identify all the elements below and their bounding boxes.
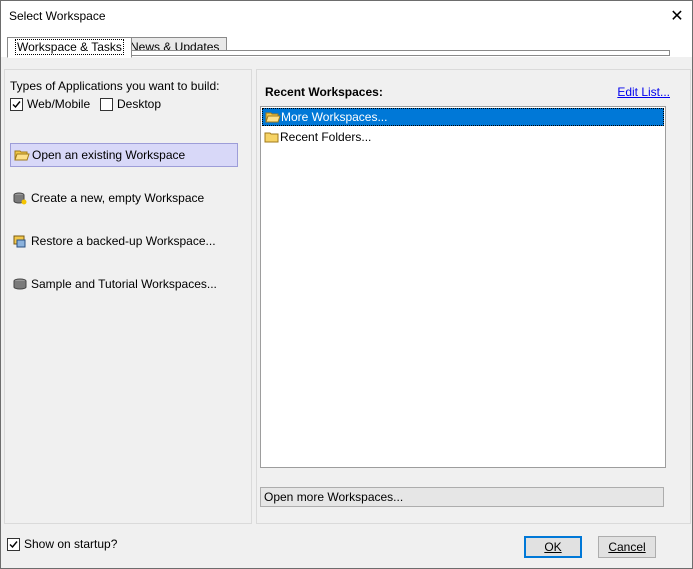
checkbox-box[interactable] bbox=[10, 97, 23, 111]
action-label: Restore a backed-up Workspace... bbox=[31, 234, 216, 248]
restore-icon bbox=[13, 234, 27, 248]
checkbox-label: Desktop bbox=[117, 97, 162, 111]
recent-workspaces-title: Recent Workspaces: bbox=[265, 85, 383, 99]
tab-label: Workspace & Tasks bbox=[15, 39, 124, 55]
window-title: Select Workspace bbox=[9, 9, 106, 23]
web-mobile-checkbox[interactable]: Web/Mobile bbox=[10, 97, 90, 111]
close-icon: ✕ bbox=[670, 8, 684, 25]
list-item-recent-folders[interactable]: Recent Folders... bbox=[262, 128, 664, 146]
close-button[interactable]: ✕ bbox=[662, 1, 692, 31]
open-folder-icon bbox=[265, 110, 281, 124]
open-more-workspaces-button[interactable]: Open more Workspaces... bbox=[260, 487, 664, 507]
list-item-label: Recent Folders... bbox=[280, 130, 372, 144]
new-database-icon bbox=[13, 191, 27, 205]
checkbox-label: Web/Mobile bbox=[27, 97, 91, 111]
cancel-button[interactable]: Cancel bbox=[598, 536, 656, 558]
button-label: Cancel bbox=[608, 540, 646, 554]
app-types-label: Types of Applications you want to build: bbox=[10, 79, 220, 93]
open-existing-workspace-action[interactable]: Open an existing Workspace bbox=[10, 143, 238, 167]
folder-icon bbox=[264, 130, 279, 144]
edit-list-link[interactable]: Edit List... bbox=[617, 85, 670, 99]
show-on-startup-checkbox[interactable]: Show on startup? bbox=[7, 537, 117, 551]
list-item-label: More Workspaces... bbox=[281, 110, 388, 124]
action-label: Open an existing Workspace bbox=[32, 148, 186, 162]
select-workspace-dialog: Select Workspace ✕ Workspace & Tasks New… bbox=[0, 0, 693, 569]
checkbox-box[interactable] bbox=[100, 97, 113, 111]
button-label: Open more Workspaces... bbox=[264, 490, 404, 504]
create-new-workspace-action[interactable]: Create a new, empty Workspace bbox=[10, 186, 238, 210]
restore-workspace-action[interactable]: Restore a backed-up Workspace... bbox=[10, 229, 238, 253]
tasks-pane: Types of Applications you want to build:… bbox=[4, 69, 252, 524]
button-label: OK bbox=[544, 540, 562, 554]
open-folder-icon bbox=[14, 148, 30, 162]
checkmark-icon bbox=[9, 540, 18, 548]
recent-workspaces-list[interactable]: More Workspaces... Recent Folders... bbox=[260, 106, 666, 468]
recent-workspaces-pane: Recent Workspaces: Edit List... More Wor… bbox=[256, 69, 691, 524]
ok-button[interactable]: OK bbox=[524, 536, 582, 558]
desktop-checkbox[interactable]: Desktop bbox=[100, 97, 161, 111]
database-icon bbox=[13, 277, 27, 291]
action-label: Create a new, empty Workspace bbox=[31, 191, 205, 205]
checkbox-label: Show on startup? bbox=[24, 537, 118, 551]
list-item-more-workspaces[interactable]: More Workspaces... bbox=[262, 108, 664, 126]
action-label: Sample and Tutorial Workspaces... bbox=[31, 277, 217, 291]
checkmark-icon bbox=[12, 100, 21, 108]
sample-tutorial-workspaces-action[interactable]: Sample and Tutorial Workspaces... bbox=[10, 272, 238, 296]
title-bar: Select Workspace ✕ bbox=[1, 1, 692, 31]
tab-workspace-tasks[interactable]: Workspace & Tasks bbox=[7, 37, 132, 58]
checkbox-box[interactable] bbox=[7, 537, 20, 551]
